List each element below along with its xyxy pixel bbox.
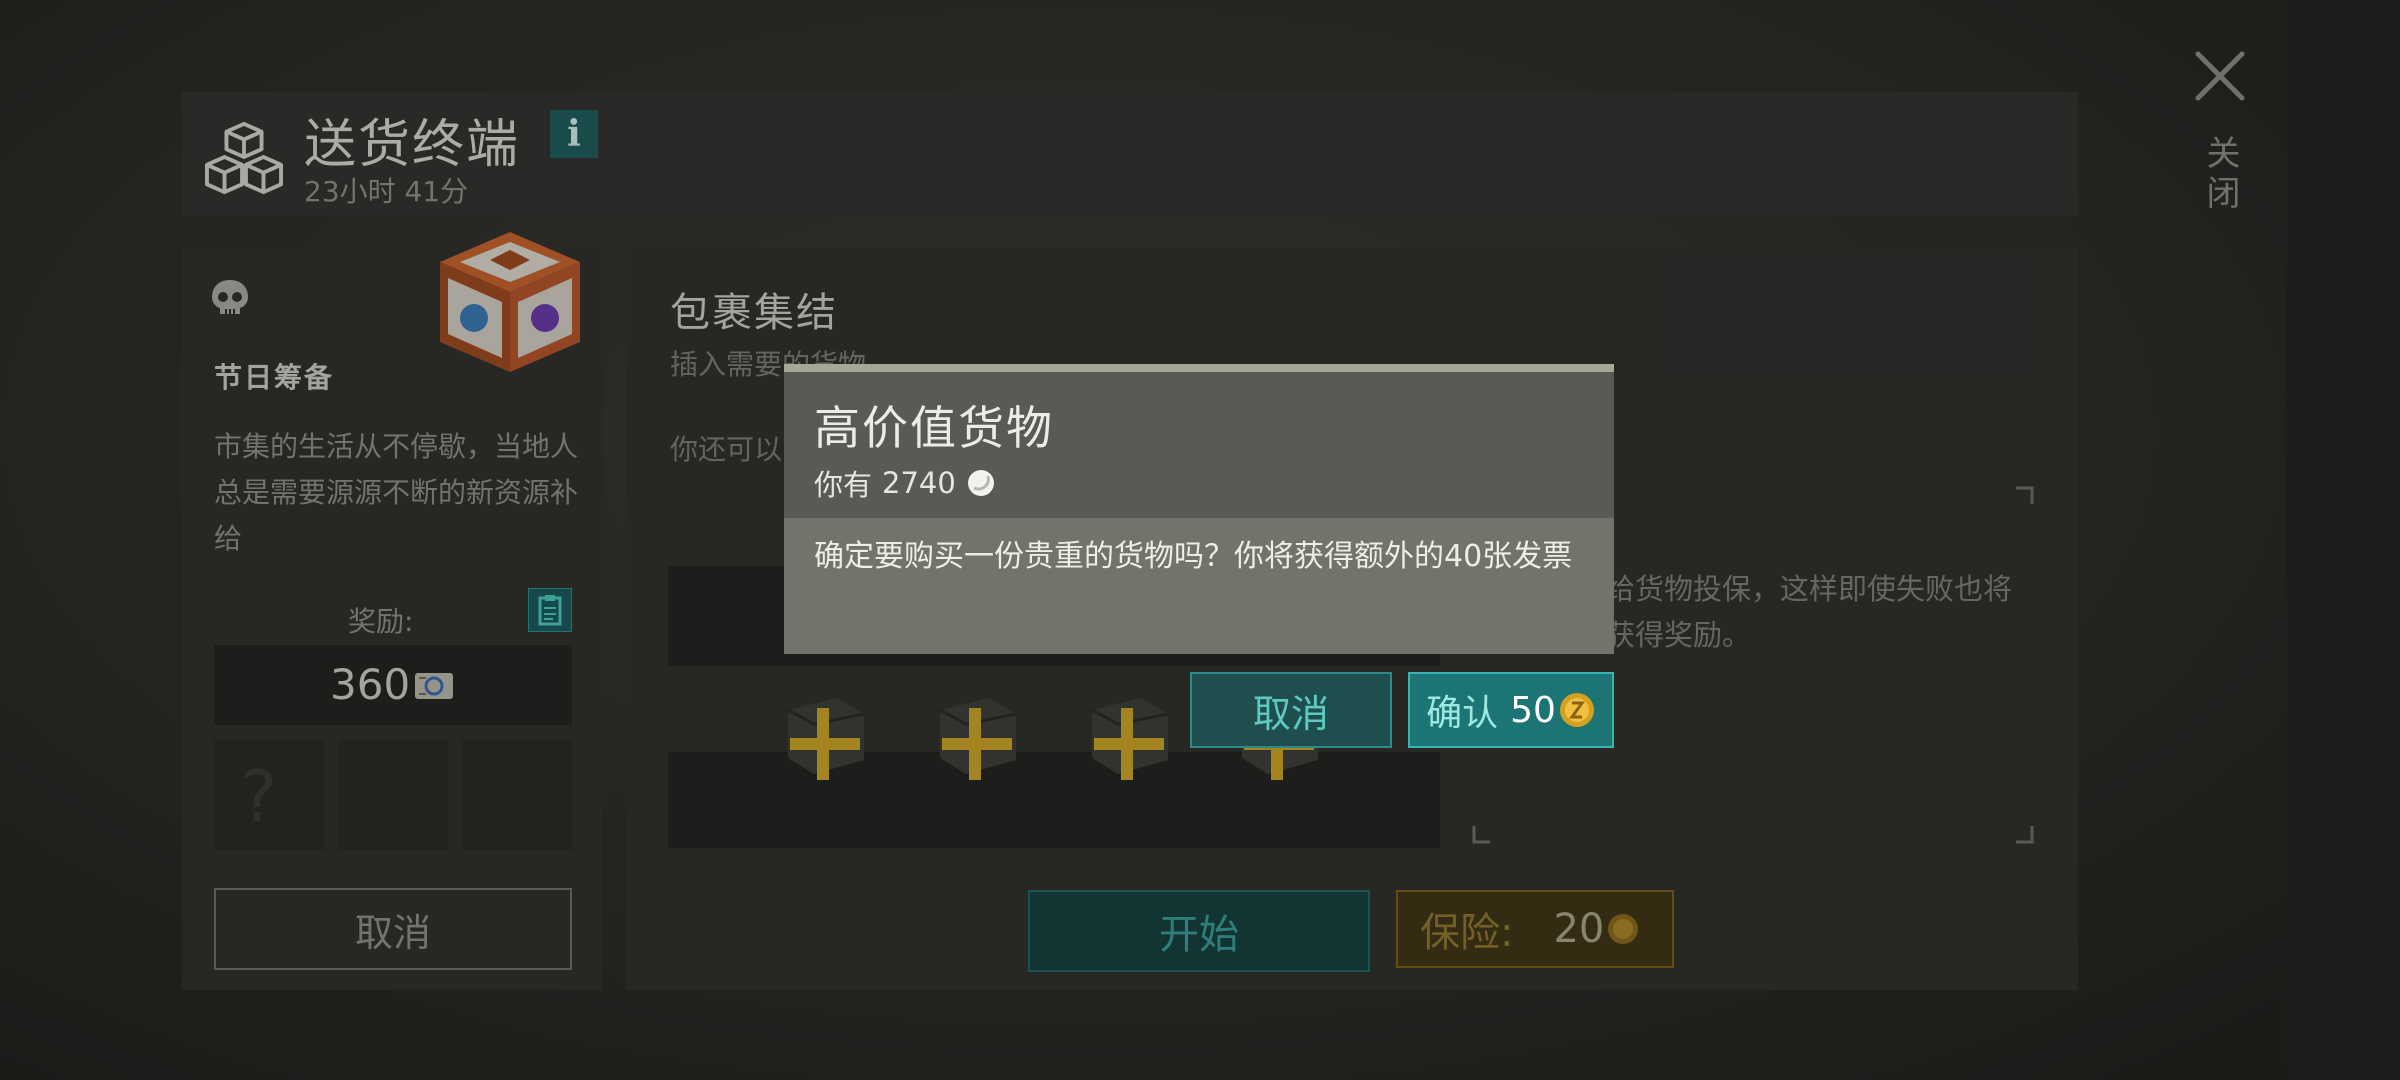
pearl-icon <box>967 470 994 496</box>
modal-message: 确定要购买一份贵重的货物吗？你将获得额外的40张发票 <box>814 539 1573 574</box>
modal-accent-line <box>784 364 1614 372</box>
balance-value: 2740 <box>882 466 956 500</box>
balance-label: 你有 <box>814 468 873 502</box>
confirm-cost: 50 <box>1510 689 1556 731</box>
modal-cancel-button[interactable]: 取消 <box>1190 672 1392 748</box>
balance-row: 你有 2740 <box>814 462 996 504</box>
coin-icon <box>1559 693 1594 727</box>
confirm-label: 确认 <box>1426 693 1499 734</box>
modal-title: 高价值货物 <box>814 401 1054 455</box>
modal-confirm-button[interactable]: 确认 50 <box>1408 672 1614 748</box>
